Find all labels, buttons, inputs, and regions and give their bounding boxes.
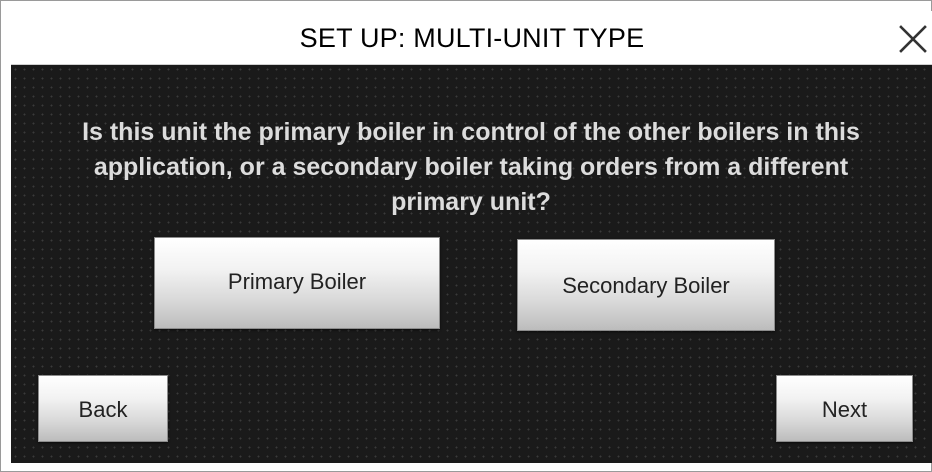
content-panel: Is this unit the primary boiler in contr…: [11, 65, 932, 463]
title-bar: SET UP: MULTI-UNIT TYPE: [11, 11, 932, 65]
close-icon: [899, 25, 927, 53]
page-title: SET UP: MULTI-UNIT TYPE: [299, 23, 645, 53]
close-button[interactable]: [893, 19, 932, 59]
back-button[interactable]: Back: [38, 375, 168, 442]
secondary-boiler-button[interactable]: Secondary Boiler: [517, 239, 775, 331]
setup-window: SET UP: MULTI-UNIT TYPE Is this unit the…: [0, 0, 932, 472]
question-text: Is this unit the primary boiler in contr…: [82, 118, 860, 216]
next-button[interactable]: Next: [776, 375, 913, 442]
primary-boiler-button[interactable]: Primary Boiler: [154, 237, 440, 329]
